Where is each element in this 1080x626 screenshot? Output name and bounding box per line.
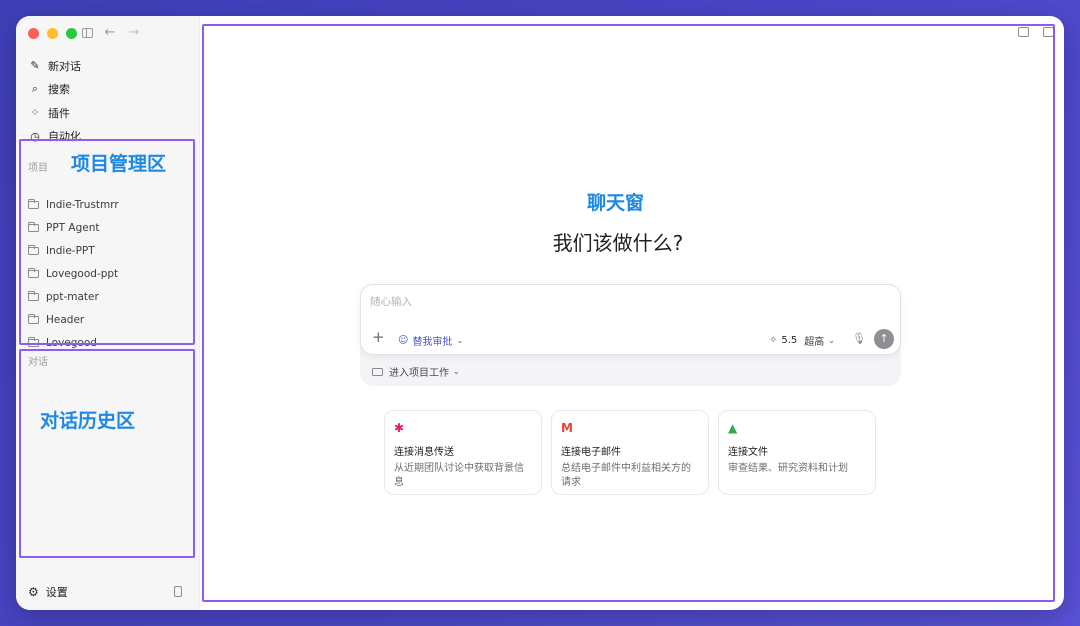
nav-controls: ← → [82, 25, 141, 40]
history-area-annotation: 对话历史区 [40, 410, 136, 432]
main-menu: ✎ 新对话 ⌕ 搜索 ⁘ 插件 ◷ 自动化 [28, 54, 81, 148]
settings-button[interactable]: ⚙ 设置 [28, 584, 68, 600]
minimize-window-button[interactable] [47, 28, 58, 39]
edit-icon: ✎ [30, 59, 40, 73]
history-area-annotation-box [19, 349, 195, 558]
menu-item-plugins[interactable]: ⁘ 插件 [28, 101, 81, 125]
menu-item-new-chat[interactable]: ✎ 新对话 [28, 54, 81, 78]
gear-icon: ⚙ [28, 585, 39, 599]
project-area-annotation: 项目管理区 [71, 153, 167, 175]
back-arrow-icon[interactable]: ← [103, 25, 117, 40]
toggle-sidebar-icon[interactable] [82, 27, 93, 38]
close-window-button[interactable] [28, 28, 39, 39]
menu-item-search[interactable]: ⌕ 搜索 [28, 78, 81, 102]
zoom-window-button[interactable] [66, 28, 77, 39]
search-icon: ⌕ [31, 82, 39, 96]
app-window: ← → ✎ 新对话 ⌕ 搜索 ⁘ 插件 ◷ 自动化 项目 Indie-Trust… [16, 16, 1064, 610]
chat-area-annotation-box [202, 24, 1055, 602]
phone-icon[interactable] [174, 586, 182, 597]
forward-arrow-icon[interactable]: → [127, 25, 141, 40]
plugins-icon: ⁘ [30, 106, 40, 120]
chat-area-annotation: 聊天窗 [587, 192, 645, 214]
window-controls [28, 28, 77, 39]
